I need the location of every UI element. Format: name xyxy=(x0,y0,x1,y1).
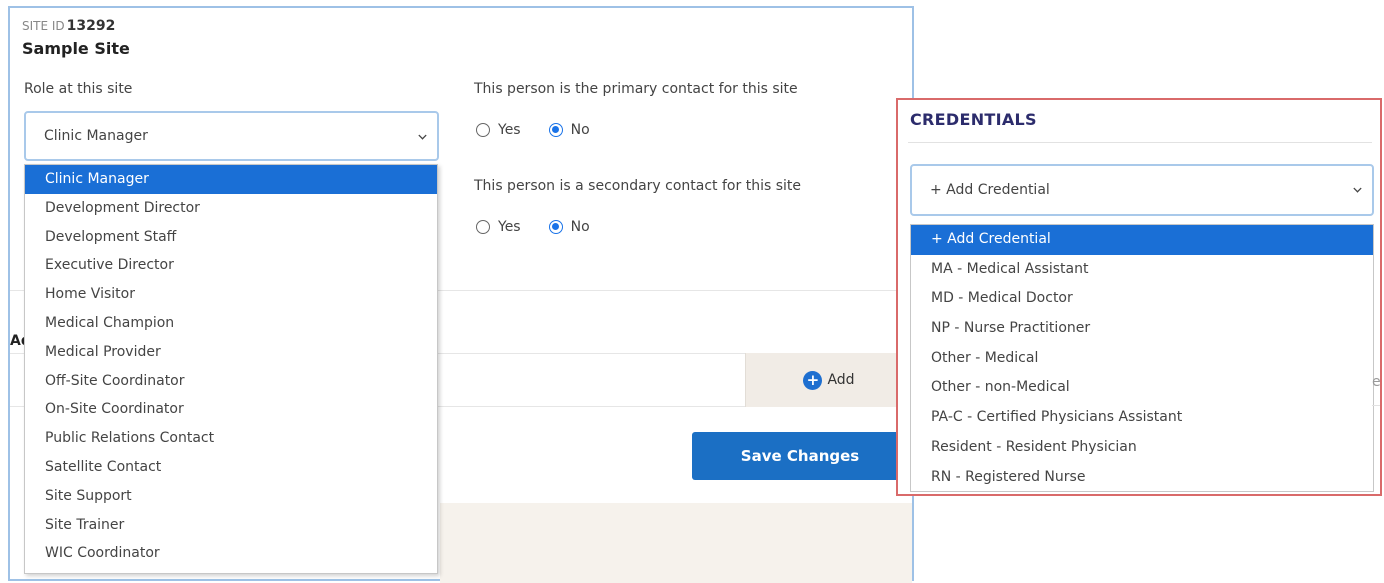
site-id-value: 13292 xyxy=(66,18,116,34)
credentials-panel: CREDENTIALS + Add Credential + Add Crede… xyxy=(896,98,1382,496)
role-option[interactable]: Development Staff xyxy=(25,223,437,252)
credential-option[interactable]: RN - Registered Nurse xyxy=(911,463,1373,493)
credential-option[interactable]: MD - Medical Doctor xyxy=(911,284,1373,314)
role-option[interactable]: Medical Champion xyxy=(25,309,437,338)
add-button[interactable]: + Add xyxy=(745,353,912,407)
credential-option[interactable]: Other - non-Medical xyxy=(911,373,1373,403)
secondary-contact-radio-group: Yes No xyxy=(476,218,618,236)
primary-yes-label: Yes xyxy=(498,122,521,138)
credential-option[interactable]: Resident - Resident Physician xyxy=(911,433,1373,463)
role-option[interactable]: Development Director xyxy=(25,194,437,223)
secondary-no-label: No xyxy=(570,219,590,235)
credential-option[interactable]: NP - Nurse Practitioner xyxy=(911,314,1373,344)
credential-select[interactable]: + Add Credential xyxy=(910,164,1374,216)
credential-option[interactable]: PA-C - Certified Physicians Assistant xyxy=(911,403,1373,433)
credential-dropdown-list: + Add Credential MA - Medical Assistant … xyxy=(910,224,1374,492)
primary-contact-question: This person is the primary contact for t… xyxy=(474,81,798,97)
credential-option[interactable]: MA - Medical Assistant xyxy=(911,255,1373,285)
role-option[interactable]: Medical Provider xyxy=(25,338,437,367)
site-id: SITE ID 13292 xyxy=(22,18,115,34)
site-id-label: SITE ID xyxy=(22,19,65,33)
role-label: Role at this site xyxy=(24,81,133,97)
role-option[interactable]: Home Visitor xyxy=(25,280,437,309)
role-option[interactable]: Off-Site Coordinator xyxy=(25,367,437,396)
role-option[interactable]: Site Trainer xyxy=(25,511,437,540)
role-dropdown-list: Clinic Manager Development Director Deve… xyxy=(24,164,438,574)
role-option[interactable]: Executive Director xyxy=(25,251,437,280)
chevron-down-icon xyxy=(418,131,427,140)
footer-area xyxy=(440,503,912,583)
primary-no-radio[interactable] xyxy=(548,123,563,137)
credentials-title: CREDENTIALS xyxy=(910,110,1037,129)
secondary-no-radio[interactable] xyxy=(548,220,563,234)
secondary-yes-radio[interactable] xyxy=(476,220,490,234)
primary-yes-radio[interactable] xyxy=(476,123,490,137)
credentials-divider xyxy=(908,142,1372,143)
role-option[interactable]: Site Support xyxy=(25,482,437,511)
background-text-fragment: e xyxy=(1372,374,1381,390)
primary-no-label: No xyxy=(570,122,590,138)
site-name: Sample Site xyxy=(22,39,130,58)
secondary-yes-label: Yes xyxy=(498,219,521,235)
background-divider xyxy=(1372,405,1380,406)
role-select-value: Clinic Manager xyxy=(44,128,148,144)
role-option[interactable]: Clinic Manager xyxy=(25,165,437,194)
role-option[interactable]: WIC Coordinator xyxy=(25,539,437,568)
save-changes-button[interactable]: Save Changes xyxy=(692,432,908,480)
role-option[interactable]: On-Site Coordinator xyxy=(25,395,437,424)
chevron-down-icon xyxy=(1353,184,1362,193)
credential-option[interactable]: Other - Medical xyxy=(911,344,1373,374)
primary-contact-radio-group: Yes No xyxy=(476,121,618,139)
add-button-label: Add xyxy=(827,372,855,388)
secondary-contact-question: This person is a secondary contact for t… xyxy=(474,178,801,194)
role-option[interactable]: Satellite Contact xyxy=(25,453,437,482)
plus-circle-icon: + xyxy=(803,370,823,390)
credential-option[interactable]: + Add Credential xyxy=(911,225,1373,255)
role-option[interactable]: Public Relations Contact xyxy=(25,424,437,453)
role-select[interactable]: Clinic Manager xyxy=(24,111,439,161)
credential-select-value: + Add Credential xyxy=(930,182,1050,198)
